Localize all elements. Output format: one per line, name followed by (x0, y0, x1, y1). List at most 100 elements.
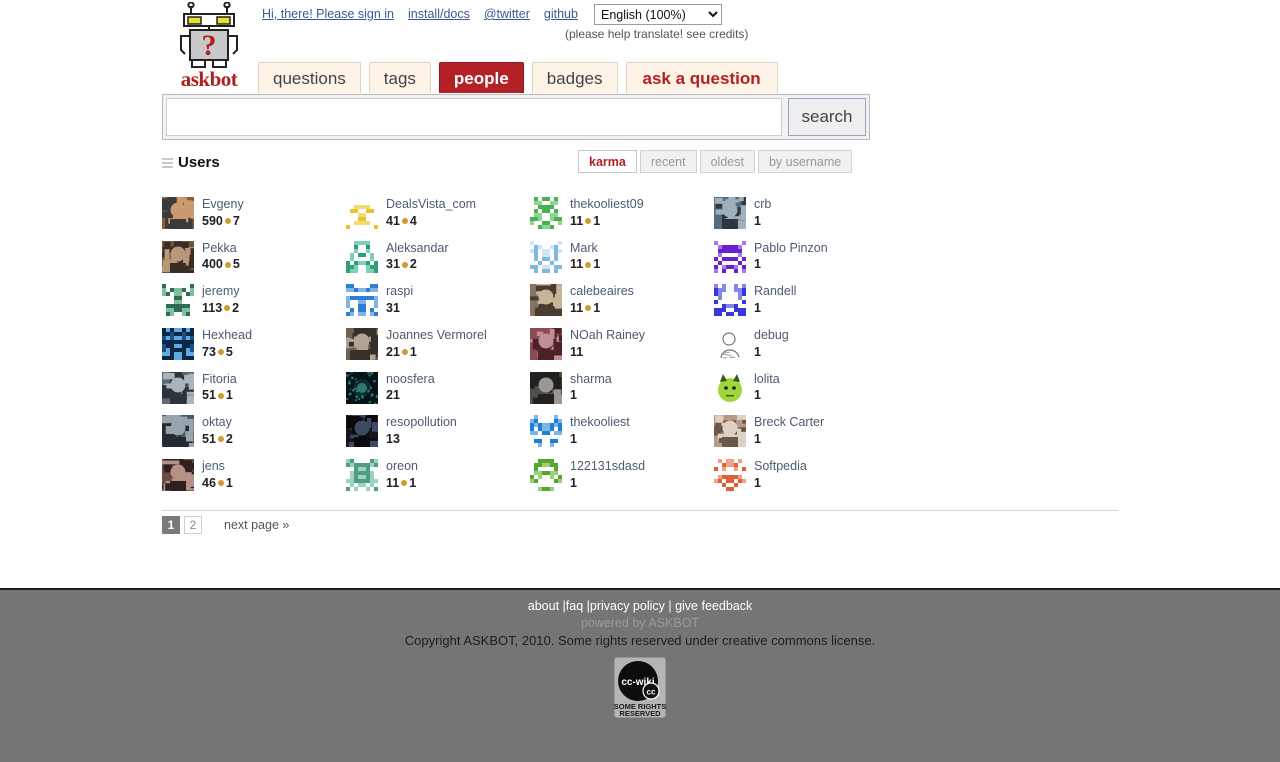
avatar[interactable] (530, 284, 562, 317)
install-docs-link[interactable]: install/docs (408, 7, 470, 21)
user-list-item[interactable]: DealsVista_com 41 4 (346, 194, 530, 238)
avatar[interactable] (714, 197, 746, 229)
user-name[interactable]: DealsVista_com (386, 197, 476, 213)
avatar[interactable] (346, 328, 378, 361)
avatar[interactable] (162, 415, 194, 448)
avatar[interactable] (162, 197, 194, 229)
user-list-item[interactable]: resopollution 13 (346, 412, 530, 456)
user-list-item[interactable]: Fitoria 51 1 (162, 369, 346, 413)
user-list-item[interactable]: calebeaires 11 1 (530, 281, 714, 325)
cc-wiki-badge[interactable]: cc-wiki cc SOME RIGHTS RESERVED (613, 656, 667, 719)
user-name[interactable]: oreon (386, 459, 418, 475)
user-name[interactable]: Evgeny (202, 197, 244, 213)
tab-people[interactable]: people (438, 62, 524, 93)
avatar[interactable] (162, 240, 194, 273)
sort-by-username[interactable]: by username (757, 150, 853, 173)
user-list-item[interactable]: Randell 1 (714, 281, 898, 325)
user-list-item[interactable]: noosfera 21 (346, 369, 530, 413)
user-name[interactable]: lolita (754, 372, 780, 388)
avatar[interactable] (530, 371, 562, 404)
user-list-item[interactable]: jeremy 113 2 (162, 281, 346, 325)
user-list-item[interactable]: sharma 1 (530, 369, 714, 413)
avatar[interactable] (714, 284, 746, 317)
user-list-item[interactable]: lolita 1 (714, 369, 898, 413)
avatar[interactable] (162, 328, 194, 361)
user-list-item[interactable]: thekooliest09 11 1 (530, 194, 714, 238)
user-list-item[interactable]: crb 1 (714, 194, 898, 238)
sort-recent[interactable]: recent (639, 150, 697, 173)
user-name[interactable]: debug (754, 328, 789, 344)
page-number[interactable]: 1 (162, 516, 180, 534)
user-name[interactable]: resopollution (386, 415, 457, 431)
user-list-item[interactable]: Pekka 400 5 (162, 238, 346, 282)
user-list-item[interactable]: Pablo Pinzon 1 (714, 238, 898, 282)
avatar[interactable] (530, 240, 562, 273)
avatar[interactable] (530, 459, 562, 492)
site-logo[interactable]: ? askbot (172, 2, 246, 92)
tab-tags[interactable]: tags (368, 62, 431, 93)
avatar[interactable] (162, 459, 194, 492)
user-list-item[interactable]: Evgeny 590 7 (162, 194, 346, 238)
page-number[interactable]: 2 (184, 516, 202, 534)
avatar[interactable] (346, 459, 378, 492)
user-list-item[interactable]: Hexhead 73 5 (162, 325, 346, 369)
user-list-item[interactable]: thekooliest 1 (530, 412, 714, 456)
user-name[interactable]: jens (202, 459, 233, 475)
user-name[interactable]: Softpedia (754, 459, 807, 475)
avatar[interactable] (530, 415, 562, 448)
tab-questions[interactable]: questions (258, 62, 361, 93)
avatar[interactable] (714, 240, 746, 273)
avatar[interactable] (346, 197, 378, 229)
user-name[interactable]: Mark (570, 241, 600, 257)
user-name[interactable]: jeremy (202, 284, 240, 300)
avatar[interactable] (162, 284, 194, 317)
user-name[interactable]: Pekka (202, 241, 240, 257)
avatar[interactable] (714, 459, 746, 492)
avatar[interactable] (346, 284, 378, 317)
twitter-link[interactable]: @twitter (484, 7, 530, 21)
avatar[interactable] (714, 415, 746, 448)
footer-links[interactable]: about |faq |privacy policy | give feedba… (0, 599, 1280, 613)
tab-badges[interactable]: badges (531, 62, 618, 93)
avatar[interactable] (346, 415, 378, 448)
next-page-link[interactable]: next page » (224, 518, 289, 532)
user-name[interactable]: Fitoria (202, 372, 237, 388)
user-name[interactable]: thekooliest (570, 415, 630, 431)
user-name[interactable]: Breck Carter (754, 415, 824, 431)
user-list-item[interactable]: NOah Rainey 11 (530, 325, 714, 369)
avatar[interactable] (346, 371, 378, 404)
user-name[interactable]: Pablo Pinzon (754, 241, 828, 257)
user-name[interactable]: raspi (386, 284, 413, 300)
user-name[interactable]: Randell (754, 284, 796, 300)
user-list-item[interactable]: debug 1 (714, 325, 898, 369)
tab-ask-a-question[interactable]: ask a question (625, 62, 778, 93)
user-name[interactable]: Joannes Vermorel (386, 328, 487, 344)
github-link[interactable]: github (544, 7, 578, 21)
user-list-item[interactable]: oreon 11 1 (346, 456, 530, 500)
user-list-item[interactable]: raspi 31 (346, 281, 530, 325)
avatar[interactable] (162, 371, 194, 404)
user-list-item[interactable]: jens 46 1 (162, 456, 346, 500)
language-select[interactable]: English (100%) (594, 4, 722, 25)
avatar[interactable] (530, 197, 562, 229)
user-list-item[interactable]: 122131sdasd 1 (530, 456, 714, 500)
user-name[interactable]: thekooliest09 (570, 197, 644, 213)
avatar[interactable] (346, 240, 378, 273)
search-input[interactable] (166, 98, 782, 136)
avatar[interactable] (714, 371, 746, 404)
user-list-item[interactable]: Breck Carter 1 (714, 412, 898, 456)
user-list-item[interactable]: oktay 51 2 (162, 412, 346, 456)
avatar[interactable] (714, 328, 746, 361)
user-name[interactable]: noosfera (386, 372, 435, 388)
user-name[interactable]: 122131sdasd (570, 459, 645, 475)
user-name[interactable]: calebeaires (570, 284, 634, 300)
user-name[interactable]: crb (754, 197, 771, 213)
user-list-item[interactable]: Mark 11 1 (530, 238, 714, 282)
user-name[interactable]: oktay (202, 415, 233, 431)
user-name[interactable]: Aleksandar (386, 241, 449, 257)
user-name[interactable]: sharma (570, 372, 612, 388)
user-name[interactable]: Hexhead (202, 328, 252, 344)
user-name[interactable]: NOah Rainey (570, 328, 645, 344)
sort-karma[interactable]: karma (578, 150, 637, 173)
sort-oldest[interactable]: oldest (699, 150, 755, 173)
